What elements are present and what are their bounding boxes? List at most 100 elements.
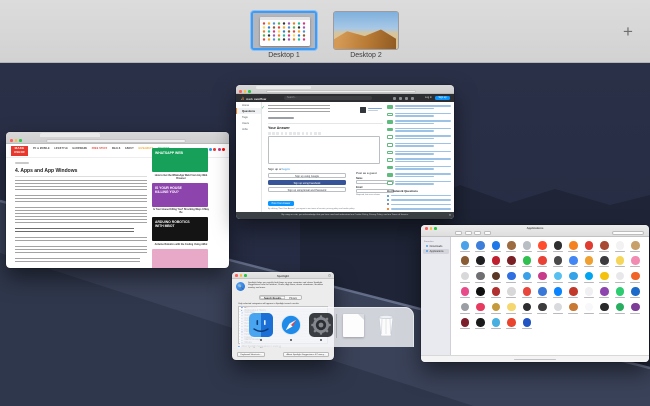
app-icon[interactable] xyxy=(491,271,500,281)
app-icon-cell[interactable] xyxy=(597,302,613,314)
app-icon-cell[interactable] xyxy=(581,271,597,283)
signup-facebook-button[interactable]: Sign up using Facebook xyxy=(268,179,346,186)
app-icon[interactable] xyxy=(553,271,562,281)
add-desktop-button[interactable]: + xyxy=(618,22,638,42)
sidebar-item[interactable]: Applications xyxy=(422,248,449,254)
site-nav-item[interactable]: HARDWARE xyxy=(72,148,87,150)
sidebar-item[interactable]: Downloads xyxy=(423,244,449,249)
hot-question-link[interactable] xyxy=(391,208,451,210)
related-article-thumbnail[interactable]: WHATSAPP WEB xyxy=(152,148,208,172)
related-article-thumbnail[interactable] xyxy=(152,248,208,268)
social-icon[interactable] xyxy=(222,148,225,151)
app-icon-cell[interactable] xyxy=(566,241,582,252)
achievements-icon[interactable] xyxy=(399,96,402,100)
app-icon[interactable] xyxy=(600,271,609,281)
app-icon-cell[interactable] xyxy=(504,241,520,252)
app-icon-cell[interactable] xyxy=(488,318,504,330)
share-edit-links[interactable] xyxy=(268,117,294,119)
app-icon[interactable] xyxy=(476,318,485,327)
app-icon[interactable] xyxy=(569,302,578,312)
app-icon[interactable] xyxy=(507,256,516,265)
app-icon-cell[interactable] xyxy=(457,302,473,314)
site-nav-item[interactable]: DEALS xyxy=(112,148,121,150)
close-icon[interactable] xyxy=(10,139,13,142)
answer-textarea[interactable] xyxy=(268,136,380,165)
related-question[interactable] xyxy=(387,112,451,118)
app-icon[interactable] xyxy=(553,302,562,312)
app-icon[interactable] xyxy=(522,256,531,265)
related-article-card[interactable]: WHATSAPP WEB How to Get the WhatsApp Web… xyxy=(152,148,210,180)
app-icon-cell[interactable] xyxy=(628,271,644,283)
hot-question[interactable] xyxy=(387,207,451,210)
hot-question[interactable] xyxy=(387,203,451,206)
app-icon[interactable] xyxy=(491,302,500,312)
cookie-close-icon[interactable]: × xyxy=(449,212,451,219)
keyboard-shortcuts-button[interactable]: Keyboard Shortcuts... xyxy=(237,352,266,357)
arrange-button[interactable] xyxy=(474,230,481,235)
app-icon[interactable] xyxy=(476,256,485,265)
app-icon-cell[interactable] xyxy=(473,302,489,314)
app-icon[interactable] xyxy=(460,287,469,296)
app-icon-cell[interactable] xyxy=(612,271,628,283)
app-icon-cell[interactable] xyxy=(566,287,582,299)
app-icon-cell[interactable] xyxy=(597,256,613,268)
app-icon[interactable] xyxy=(615,302,624,312)
app-icon-cell[interactable] xyxy=(457,318,473,330)
close-icon[interactable] xyxy=(239,90,242,93)
app-icon-cell[interactable] xyxy=(504,302,520,314)
app-icon[interactable] xyxy=(476,287,485,296)
zoom-icon[interactable] xyxy=(19,139,22,142)
app-icon-cell[interactable] xyxy=(519,256,535,268)
related-question-link[interactable] xyxy=(395,135,451,140)
app-icon-cell[interactable] xyxy=(628,287,644,299)
app-icon-cell[interactable] xyxy=(581,287,597,299)
app-icon[interactable] xyxy=(569,271,578,281)
app-icon-cell[interactable] xyxy=(612,302,628,314)
tab-privacy[interactable]: Privacy xyxy=(285,296,302,299)
app-icon-cell[interactable] xyxy=(519,271,535,283)
stackoverflow-logo-icon[interactable] xyxy=(241,96,245,101)
system-preferences-dock-icon[interactable] xyxy=(309,313,333,337)
app-icon-cell[interactable] xyxy=(550,287,566,299)
app-icon-cell[interactable] xyxy=(612,241,628,252)
window-makeuseof-article[interactable]: MAKE USEOF PC & MOBILE LIFESTYLE HARDWARE F… xyxy=(6,132,229,268)
avatar[interactable] xyxy=(360,107,366,113)
related-article-card[interactable] xyxy=(152,248,210,268)
tab-search-results[interactable]: Search Results xyxy=(260,296,286,299)
related-article-card[interactable]: ARDUINO ROBOTICS WITH MBOT Arduino Robot… xyxy=(152,217,210,246)
app-icon[interactable] xyxy=(631,241,640,250)
app-icon[interactable] xyxy=(569,241,578,250)
login-link[interactable]: Log in xyxy=(425,96,432,100)
site-nav-item[interactable]: ABOUT xyxy=(125,148,134,150)
app-icon-cell[interactable] xyxy=(550,271,566,283)
app-icon[interactable] xyxy=(631,287,640,296)
app-icon[interactable] xyxy=(538,287,547,296)
app-icon[interactable] xyxy=(491,241,500,250)
app-icon[interactable] xyxy=(522,271,531,281)
so-left-nav-item[interactable]: Jobs xyxy=(236,127,261,133)
related-question-link[interactable] xyxy=(395,165,451,171)
app-icon[interactable] xyxy=(507,318,516,327)
related-question[interactable] xyxy=(387,105,451,110)
app-icon-cell[interactable] xyxy=(519,287,535,299)
related-question[interactable] xyxy=(387,127,451,133)
related-question-link[interactable] xyxy=(395,173,451,178)
app-icon-cell[interactable] xyxy=(550,256,566,268)
app-icon-cell[interactable] xyxy=(457,287,473,299)
app-icon[interactable] xyxy=(553,241,562,250)
document-dock-icon[interactable] xyxy=(343,314,364,337)
signup-email-button[interactable]: Sign up using Email and Password xyxy=(268,186,346,193)
app-icon-cell[interactable] xyxy=(550,302,566,314)
app-icon[interactable] xyxy=(600,302,609,312)
app-icon[interactable] xyxy=(507,241,516,250)
app-icon[interactable] xyxy=(491,287,500,296)
hot-question[interactable] xyxy=(387,194,451,197)
social-icon[interactable] xyxy=(217,148,221,151)
app-icon[interactable] xyxy=(538,256,547,265)
app-icon-cell[interactable] xyxy=(473,241,489,252)
app-icon-cell[interactable] xyxy=(504,256,520,268)
traffic-lights[interactable] xyxy=(239,90,251,93)
signup-button[interactable]: Sign up xyxy=(435,95,450,101)
address-bar[interactable] xyxy=(46,138,186,143)
app-icon[interactable] xyxy=(584,256,593,265)
